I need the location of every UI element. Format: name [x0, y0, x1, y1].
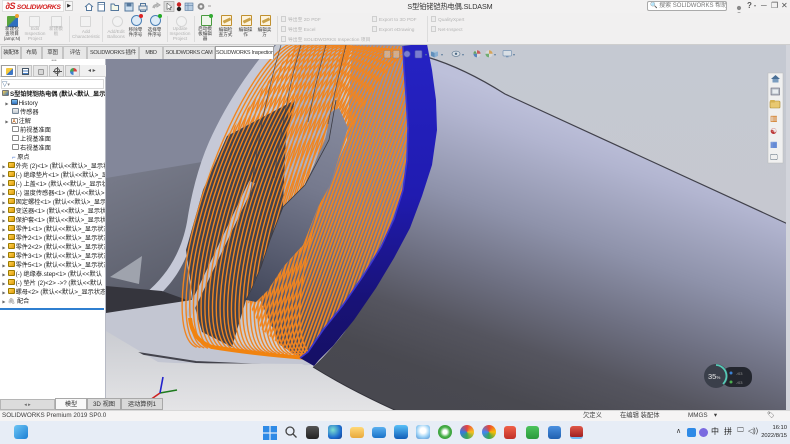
svg-text:▾: ▾	[513, 52, 515, 57]
svg-text:☯: ☯	[770, 127, 777, 136]
svg-text:▾: ▾	[441, 52, 443, 57]
svg-text:▾: ▾	[425, 52, 427, 57]
svg-text:🖵: 🖵	[770, 153, 778, 162]
svg-text:▥: ▥	[770, 114, 778, 123]
svg-text:▾: ▾	[462, 52, 464, 57]
svg-text:▾: ▾	[494, 52, 496, 57]
svg-text:♪03: ♪03	[736, 380, 743, 385]
svg-text:▦: ▦	[770, 140, 778, 149]
svg-text:♪03: ♪03	[736, 371, 743, 376]
